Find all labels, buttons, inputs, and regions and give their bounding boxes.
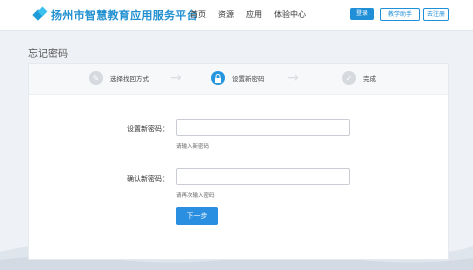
new-password-input[interactable] — [176, 119, 350, 136]
step-complete: ✓ 完成 — [342, 71, 376, 85]
step-set-password: 设置新密码 — [211, 71, 265, 85]
step-label: 选择找回方式 — [110, 75, 149, 83]
page-title: 忘记密码 — [28, 49, 68, 60]
lock-icon — [211, 71, 225, 85]
step-label: 设置新密码 — [232, 75, 265, 83]
teaching-helper-button[interactable]: 教学助手 — [380, 8, 420, 21]
register-button[interactable]: 去注册 — [423, 8, 449, 21]
nav-item-apps[interactable]: 应用 — [246, 9, 262, 20]
nav-item-resources[interactable]: 资源 — [218, 9, 234, 20]
nav-item-experience-center[interactable]: 体验中心 — [274, 9, 306, 20]
top-header: 扬州市智慧教育应用服务平台 首页 资源 应用 体验中心 登录 教学助手 去注册 — [0, 0, 473, 31]
platform-logo[interactable]: 扬州市智慧教育应用服务平台 — [32, 6, 198, 23]
logo-mark-icon — [32, 6, 48, 22]
reset-password-card: ✎ 选择找回方式 → 设置新密码 → ✓ 完成 设置新密码： 请输入新密码 确认… — [28, 63, 449, 260]
login-button[interactable]: 登录 — [350, 8, 374, 20]
logo-text: 扬州市智慧教育应用服务平台 — [51, 9, 198, 22]
step-choose-method: ✎ 选择找回方式 — [89, 71, 149, 85]
step-arrow-icon: → — [170, 70, 182, 86]
step-label: 完成 — [363, 75, 376, 83]
new-password-hint: 请输入新密码 — [176, 144, 210, 150]
pencil-icon: ✎ — [89, 71, 103, 85]
step-arrow-icon: → — [287, 70, 299, 86]
check-icon: ✓ — [342, 71, 356, 85]
confirm-password-label: 确认新密码： — [127, 175, 169, 183]
new-password-label: 设置新密码： — [127, 125, 169, 133]
confirm-password-hint: 请再次输入密码 — [176, 193, 215, 199]
confirm-password-input[interactable] — [176, 168, 350, 185]
progress-steps: ✎ 选择找回方式 → 设置新密码 → ✓ 完成 — [29, 64, 448, 95]
nav-item-home[interactable]: 首页 — [190, 9, 206, 20]
main-nav: 首页 资源 应用 体验中心 — [190, 9, 306, 20]
next-step-button[interactable]: 下一步 — [176, 207, 218, 225]
